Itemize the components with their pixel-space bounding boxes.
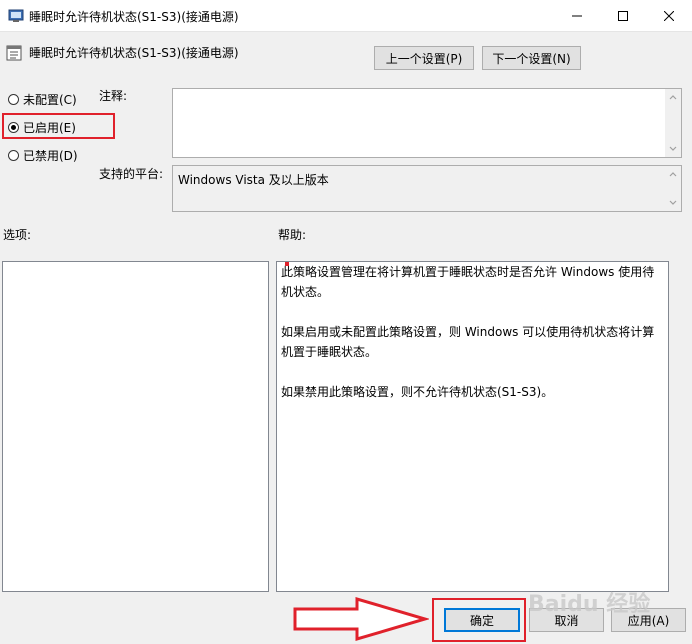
help-label: 帮助: [278, 228, 307, 242]
minimize-button[interactable] [554, 0, 600, 31]
close-icon [664, 10, 674, 21]
help-paragraph: 如果启用或未配置此策略设置，则 Windows 可以使用待机状态将计算机置于睡眠… [281, 325, 655, 359]
close-button[interactable] [646, 0, 692, 31]
comment-scrollbar[interactable] [665, 89, 681, 157]
minimize-icon [572, 15, 582, 16]
platform-label: 支持的平台: [99, 167, 164, 181]
help-paragraph: 此策略设置管理在将计算机置于睡眠状态时是否允许 Windows 使用待机状态。 [281, 265, 655, 299]
red-marker [285, 262, 289, 266]
policy-settings-icon [8, 9, 24, 22]
enabled-highlight-box [2, 113, 115, 139]
platform-value: Windows Vista 及以上版本 [178, 173, 329, 187]
comment-label: 注释: [99, 89, 128, 103]
title-bar: 睡眠时允许待机状态(S1-S3)(接通电源) [0, 0, 692, 32]
radio-label: 未配置(C) [23, 92, 77, 107]
maximize-icon [618, 10, 628, 21]
platform-scrollbar[interactable] [665, 166, 681, 211]
policy-setting-icon [6, 45, 22, 61]
comment-field[interactable] [172, 88, 682, 158]
ok-highlight-box [432, 598, 526, 642]
help-text: 此策略设置管理在将计算机置于睡眠状态时是否允许 Windows 使用待机状态。 … [281, 262, 660, 422]
options-label: 选项: [3, 228, 32, 242]
maximize-button[interactable] [600, 0, 646, 31]
radio-circle [8, 149, 19, 161]
radio-not-configured[interactable]: 未配置(C) [8, 91, 77, 107]
baidu-watermark: Baidu 经验 [528, 592, 651, 617]
help-panel: 此策略设置管理在将计算机置于睡眠状态时是否允许 Windows 使用待机状态。 … [276, 261, 669, 592]
scroll-up-icon [669, 95, 677, 100]
previous-setting-button[interactable]: 上一个设置(P) [374, 46, 474, 70]
radio-circle [8, 93, 19, 105]
annotation-arrow-icon [293, 597, 429, 642]
scroll-up-icon [669, 172, 677, 177]
platform-field: Windows Vista 及以上版本 [172, 165, 682, 212]
options-panel [2, 261, 269, 592]
help-paragraph: 如果禁用此策略设置，则不允许待机状态(S1-S3)。 [281, 385, 554, 399]
next-setting-button[interactable]: 下一个设置(N) [482, 46, 581, 70]
window-title: 睡眠时允许待机状态(S1-S3)(接通电源) [29, 10, 239, 24]
scroll-down-icon [669, 200, 677, 205]
radio-label: 已禁用(D) [23, 148, 78, 163]
setting-title: 睡眠时允许待机状态(S1-S3)(接通电源) [29, 46, 239, 60]
radio-disabled[interactable]: 已禁用(D) [8, 147, 78, 163]
scroll-down-icon [669, 146, 677, 151]
